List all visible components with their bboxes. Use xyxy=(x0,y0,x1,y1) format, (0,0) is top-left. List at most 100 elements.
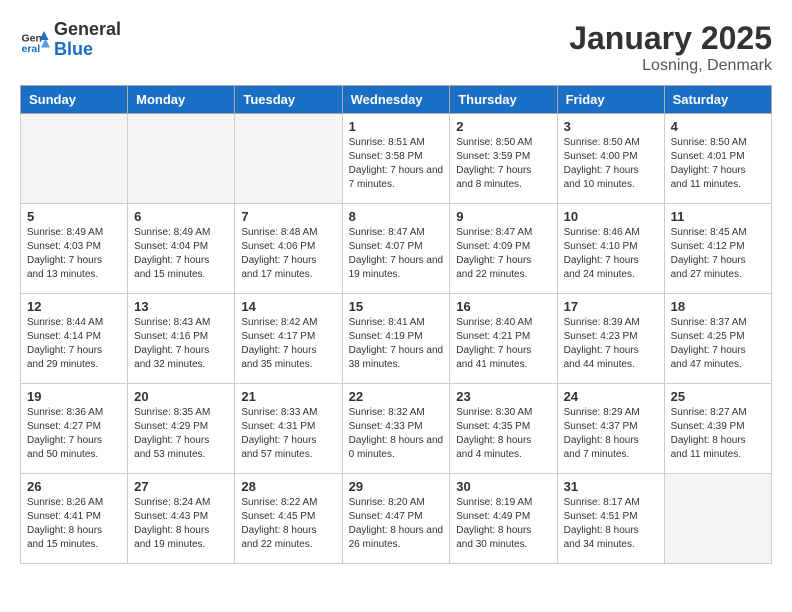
day-header-saturday: Saturday xyxy=(664,86,771,114)
title-area: January 2025 Losning, Denmark xyxy=(569,20,772,75)
cell-info: Sunrise: 8:20 AMSunset: 4:47 PMDaylight:… xyxy=(349,496,444,552)
calendar-cell: 19Sunrise: 8:36 AMSunset: 4:27 PMDayligh… xyxy=(21,384,128,474)
cell-info: Sunrise: 8:50 AMSunset: 4:00 PMDaylight:… xyxy=(564,136,658,192)
day-header-tuesday: Tuesday xyxy=(235,86,342,114)
day-number: 24 xyxy=(564,389,658,404)
calendar-cell: 6 Sunrise: 8:49 AMSunset: 4:04 PMDaylight… xyxy=(128,204,235,294)
day-header-monday: Monday xyxy=(128,86,235,114)
day-number: 28 xyxy=(241,479,335,494)
calendar-cell: 9Sunrise: 8:47 AMSunset: 4:09 PMDaylight… xyxy=(450,204,557,294)
svg-text:eral: eral xyxy=(22,43,41,55)
day-number: 7 xyxy=(241,209,335,224)
cell-info: Sunrise: 8:22 AMSunset: 4:45 PMDaylight:… xyxy=(241,496,335,552)
cell-info: Sunrise: 8:48 AMSunset: 4:06 PMDaylight:… xyxy=(241,226,335,282)
calendar-cell: 4 Sunrise: 8:50 AMSunset: 4:01 PMDaylight… xyxy=(664,114,771,204)
cell-info: Sunrise: 8:41 AMSunset: 4:19 PMDaylight:… xyxy=(349,316,444,372)
location-title: Losning, Denmark xyxy=(569,57,772,75)
day-number: 8 xyxy=(349,209,444,224)
day-number: 19 xyxy=(27,389,121,404)
calendar-cell: 20 Sunrise: 8:35 AMSunset: 4:29 PMDayligh… xyxy=(128,384,235,474)
day-number: 20 xyxy=(134,389,228,404)
day-number: 27 xyxy=(134,479,228,494)
cell-info: Sunrise: 8:35 AMSunset: 4:29 PMDaylight:… xyxy=(134,406,228,462)
cell-info: Sunrise: 8:47 AMSunset: 4:09 PMDaylight:… xyxy=(456,226,550,282)
cell-info: Sunrise: 8:45 AMSunset: 4:12 PMDaylight:… xyxy=(671,226,765,282)
day-number: 2 xyxy=(456,119,550,134)
day-number: 18 xyxy=(671,299,765,314)
day-number: 6 xyxy=(134,209,228,224)
calendar-cell: 7 Sunrise: 8:48 AMSunset: 4:06 PMDaylight… xyxy=(235,204,342,294)
calendar-cell xyxy=(664,474,771,564)
day-number: 4 xyxy=(671,119,765,134)
calendar-cell: 5Sunrise: 8:49 AMSunset: 4:03 PMDaylight… xyxy=(21,204,128,294)
cell-info: Sunrise: 8:51 AMSunset: 3:58 PMDaylight:… xyxy=(349,136,444,192)
day-number: 14 xyxy=(241,299,335,314)
cell-info: Sunrise: 8:37 AMSunset: 4:25 PMDaylight:… xyxy=(671,316,765,372)
calendar-cell: 31 Sunrise: 8:17 AMSunset: 4:51 PMDayligh… xyxy=(557,474,664,564)
logo-icon: Gen eral xyxy=(20,25,50,55)
calendar-cell: 28 Sunrise: 8:22 AMSunset: 4:45 PMDayligh… xyxy=(235,474,342,564)
calendar-cell: 17 Sunrise: 8:39 AMSunset: 4:23 PMDayligh… xyxy=(557,294,664,384)
calendar-cell: 24 Sunrise: 8:29 AMSunset: 4:37 PMDayligh… xyxy=(557,384,664,474)
calendar-cell: 2 Sunrise: 8:50 AMSunset: 3:59 PMDaylight… xyxy=(450,114,557,204)
calendar-cell: 26 Sunrise: 8:26 AMSunset: 4:41 PMDayligh… xyxy=(21,474,128,564)
calendar-week-row: 1 Sunrise: 8:51 AMSunset: 3:58 PMDaylight… xyxy=(21,114,772,204)
cell-info: Sunrise: 8:17 AMSunset: 4:51 PMDaylight:… xyxy=(564,496,658,552)
cell-info: Sunrise: 8:33 AMSunset: 4:31 PMDaylight:… xyxy=(241,406,335,462)
calendar-week-row: 19Sunrise: 8:36 AMSunset: 4:27 PMDayligh… xyxy=(21,384,772,474)
calendar-cell: 1 Sunrise: 8:51 AMSunset: 3:58 PMDaylight… xyxy=(342,114,450,204)
day-number: 25 xyxy=(671,389,765,404)
calendar-week-row: 26 Sunrise: 8:26 AMSunset: 4:41 PMDayligh… xyxy=(21,474,772,564)
calendar-cell: 13 Sunrise: 8:43 AMSunset: 4:16 PMDayligh… xyxy=(128,294,235,384)
calendar-cell xyxy=(128,114,235,204)
calendar-cell: 18 Sunrise: 8:37 AMSunset: 4:25 PMDayligh… xyxy=(664,294,771,384)
day-number: 1 xyxy=(349,119,444,134)
calendar-cell: 23Sunrise: 8:30 AMSunset: 4:35 PMDayligh… xyxy=(450,384,557,474)
day-number: 31 xyxy=(564,479,658,494)
cell-info: Sunrise: 8:29 AMSunset: 4:37 PMDaylight:… xyxy=(564,406,658,462)
calendar-cell: 3 Sunrise: 8:50 AMSunset: 4:00 PMDaylight… xyxy=(557,114,664,204)
header: Gen eral General Blue January 2025 Losni… xyxy=(20,20,772,75)
cell-info: Sunrise: 8:49 AMSunset: 4:04 PMDaylight:… xyxy=(134,226,228,282)
day-number: 21 xyxy=(241,389,335,404)
day-number: 17 xyxy=(564,299,658,314)
day-header-sunday: Sunday xyxy=(21,86,128,114)
calendar-week-row: 5Sunrise: 8:49 AMSunset: 4:03 PMDaylight… xyxy=(21,204,772,294)
calendar-cell: 27 Sunrise: 8:24 AMSunset: 4:43 PMDayligh… xyxy=(128,474,235,564)
month-title: January 2025 xyxy=(569,20,772,57)
calendar-week-row: 12Sunrise: 8:44 AMSunset: 4:14 PMDayligh… xyxy=(21,294,772,384)
logo-blue: Blue xyxy=(54,40,121,60)
logo-text-area: General Blue xyxy=(54,20,121,60)
calendar-cell: 11Sunrise: 8:45 AMSunset: 4:12 PMDayligh… xyxy=(664,204,771,294)
day-number: 30 xyxy=(456,479,550,494)
day-number: 22 xyxy=(349,389,444,404)
calendar-cell: 29Sunrise: 8:20 AMSunset: 4:47 PMDayligh… xyxy=(342,474,450,564)
logo: Gen eral General Blue xyxy=(20,20,121,60)
cell-info: Sunrise: 8:50 AMSunset: 3:59 PMDaylight:… xyxy=(456,136,550,192)
day-number: 26 xyxy=(27,479,121,494)
calendar-cell: 8 Sunrise: 8:47 AMSunset: 4:07 PMDaylight… xyxy=(342,204,450,294)
day-number: 10 xyxy=(564,209,658,224)
day-header-friday: Friday xyxy=(557,86,664,114)
calendar: SundayMondayTuesdayWednesdayThursdayFrid… xyxy=(20,85,772,564)
cell-info: Sunrise: 8:27 AMSunset: 4:39 PMDaylight:… xyxy=(671,406,765,462)
cell-info: Sunrise: 8:39 AMSunset: 4:23 PMDaylight:… xyxy=(564,316,658,372)
cell-info: Sunrise: 8:43 AMSunset: 4:16 PMDaylight:… xyxy=(134,316,228,372)
cell-info: Sunrise: 8:50 AMSunset: 4:01 PMDaylight:… xyxy=(671,136,765,192)
cell-info: Sunrise: 8:44 AMSunset: 4:14 PMDaylight:… xyxy=(27,316,121,372)
cell-info: Sunrise: 8:32 AMSunset: 4:33 PMDaylight:… xyxy=(349,406,444,462)
cell-info: Sunrise: 8:46 AMSunset: 4:10 PMDaylight:… xyxy=(564,226,658,282)
calendar-cell: 16Sunrise: 8:40 AMSunset: 4:21 PMDayligh… xyxy=(450,294,557,384)
calendar-cell: 12Sunrise: 8:44 AMSunset: 4:14 PMDayligh… xyxy=(21,294,128,384)
cell-info: Sunrise: 8:19 AMSunset: 4:49 PMDaylight:… xyxy=(456,496,550,552)
calendar-cell: 30 Sunrise: 8:19 AMSunset: 4:49 PMDayligh… xyxy=(450,474,557,564)
day-number: 3 xyxy=(564,119,658,134)
cell-info: Sunrise: 8:26 AMSunset: 4:41 PMDaylight:… xyxy=(27,496,121,552)
calendar-cell: 21 Sunrise: 8:33 AMSunset: 4:31 PMDayligh… xyxy=(235,384,342,474)
cell-info: Sunrise: 8:40 AMSunset: 4:21 PMDaylight:… xyxy=(456,316,550,372)
day-number: 23 xyxy=(456,389,550,404)
cell-info: Sunrise: 8:24 AMSunset: 4:43 PMDaylight:… xyxy=(134,496,228,552)
day-number: 13 xyxy=(134,299,228,314)
cell-info: Sunrise: 8:47 AMSunset: 4:07 PMDaylight:… xyxy=(349,226,444,282)
calendar-cell: 10 Sunrise: 8:46 AMSunset: 4:10 PMDayligh… xyxy=(557,204,664,294)
